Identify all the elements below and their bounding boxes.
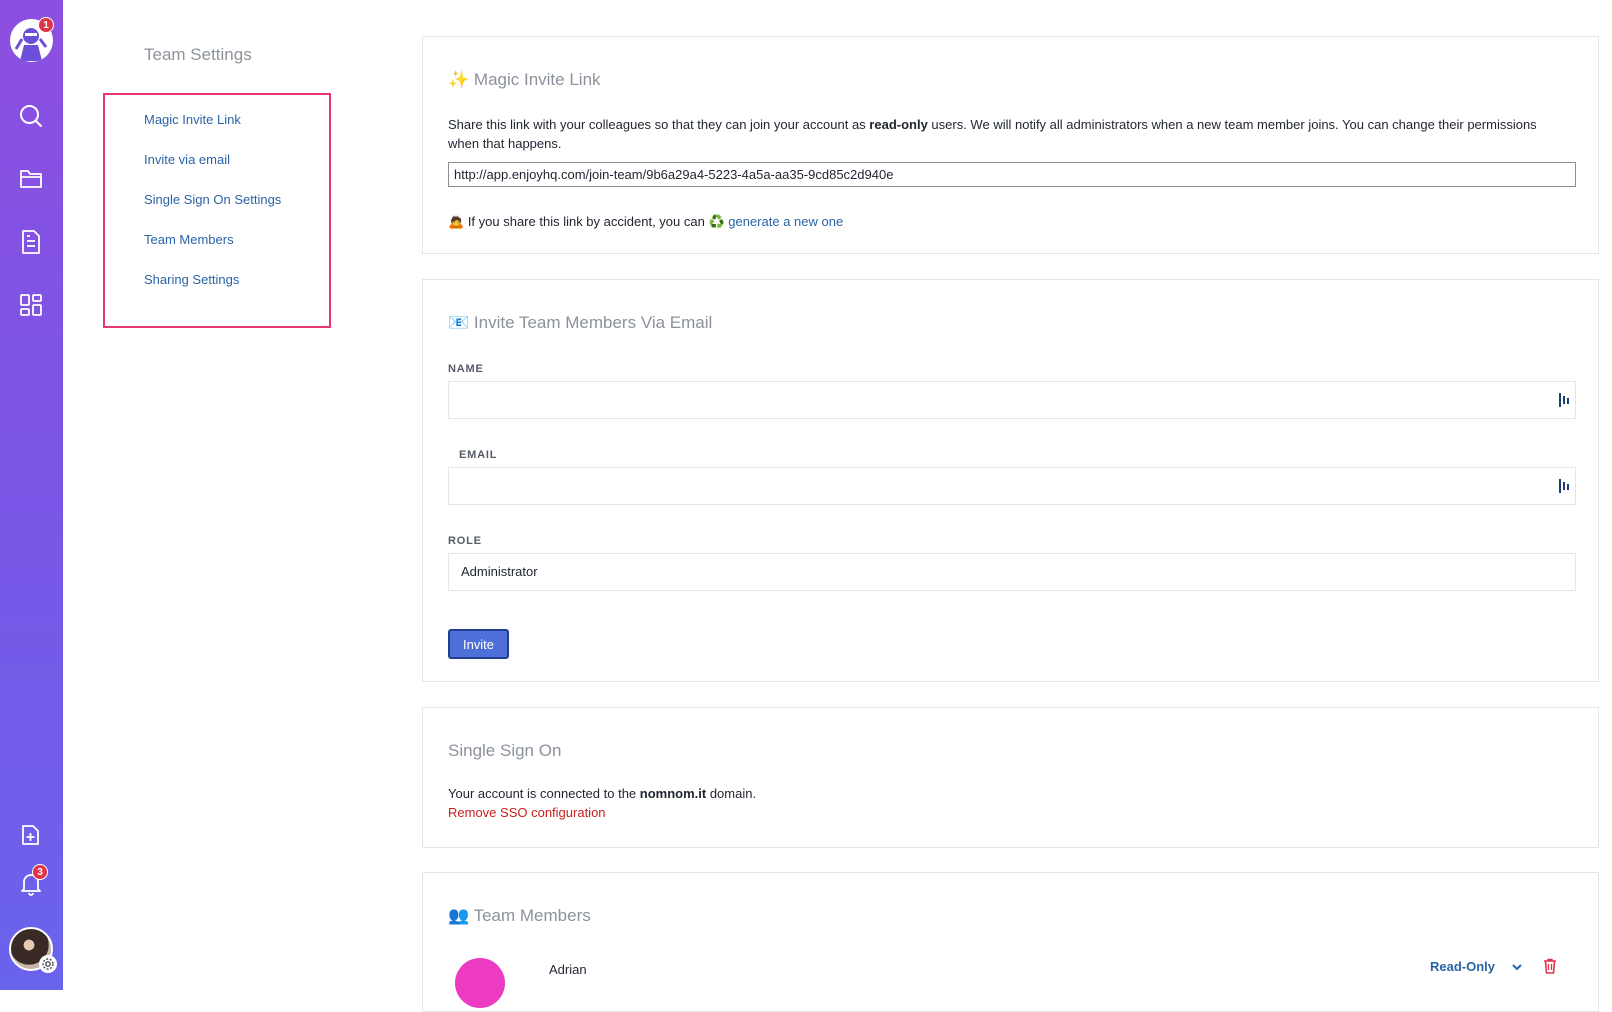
- invite-button[interactable]: Invite: [448, 629, 509, 659]
- bowing-person-icon: 🙇: [448, 214, 465, 229]
- sso-description: Your account is connected to the nomnom.…: [448, 786, 757, 801]
- document-icon[interactable]: [16, 227, 46, 257]
- nav-invite-via-email[interactable]: Invite via email: [144, 152, 230, 167]
- name-label: NAME: [448, 363, 484, 375]
- search-icon[interactable]: [16, 101, 46, 131]
- email-input[interactable]: [448, 467, 1576, 505]
- envelope-icon: 📧: [448, 313, 470, 332]
- grid-icon[interactable]: [16, 290, 46, 320]
- nav-team-members[interactable]: Team Members: [144, 232, 234, 247]
- nav-sharing-settings[interactable]: Sharing Settings: [144, 272, 239, 287]
- password-manager-icon[interactable]: [1558, 478, 1570, 494]
- sso-title: Single Sign On: [448, 741, 562, 760]
- password-manager-icon[interactable]: [1558, 392, 1570, 408]
- email-label: EMAIL: [459, 449, 498, 461]
- accident-note: 🙇 If you share this link by accident, yo…: [448, 214, 844, 229]
- invite-email-card: 📧 Invite Team Members Via Email NAME EMA…: [422, 279, 1599, 682]
- role-label: ROLE: [448, 535, 482, 547]
- invite-email-title: 📧 Invite Team Members Via Email: [448, 313, 713, 332]
- sso-card: Single Sign On Your account is connected…: [422, 707, 1599, 848]
- nav-single-sign-on-settings[interactable]: Single Sign On Settings: [144, 192, 281, 207]
- trash-icon[interactable]: [1543, 958, 1557, 974]
- settings-title: Team Settings: [144, 45, 252, 64]
- invite-url-input[interactable]: [448, 162, 1576, 187]
- notifications-badge: 3: [32, 864, 48, 880]
- remove-sso-link[interactable]: Remove SSO configuration: [448, 803, 606, 822]
- name-input[interactable]: [448, 381, 1576, 419]
- magic-invite-title: ✨ Magic Invite Link: [448, 70, 601, 89]
- team-members-card: 👥 Team Members: [422, 872, 1599, 1012]
- logo-badge: 1: [38, 17, 54, 33]
- member-role-select[interactable]: Read-Only: [1430, 959, 1495, 974]
- member-avatar: [455, 958, 505, 1008]
- chevron-down-icon[interactable]: [1511, 962, 1523, 972]
- sparkles-icon: ✨: [448, 70, 470, 89]
- people-icon: 👥: [448, 906, 470, 925]
- gear-icon[interactable]: [39, 955, 57, 973]
- nav-magic-invite-link[interactable]: Magic Invite Link: [144, 112, 241, 127]
- folder-icon[interactable]: [16, 163, 46, 193]
- member-name: Adrian: [549, 962, 587, 977]
- app-rail: 1 3: [0, 0, 63, 990]
- settings-nav-highlight: [103, 93, 331, 328]
- regenerate-link[interactable]: generate a new one: [728, 214, 843, 229]
- recycle-icon: ♻️: [708, 214, 725, 229]
- add-project-icon[interactable]: [16, 820, 46, 850]
- team-members-title: 👥 Team Members: [448, 906, 591, 925]
- magic-invite-description: Share this link with your colleagues so …: [448, 117, 1537, 151]
- role-select[interactable]: Administrator: [448, 553, 1576, 591]
- magic-invite-card: ✨ Magic Invite Link Share this link with…: [422, 36, 1599, 254]
